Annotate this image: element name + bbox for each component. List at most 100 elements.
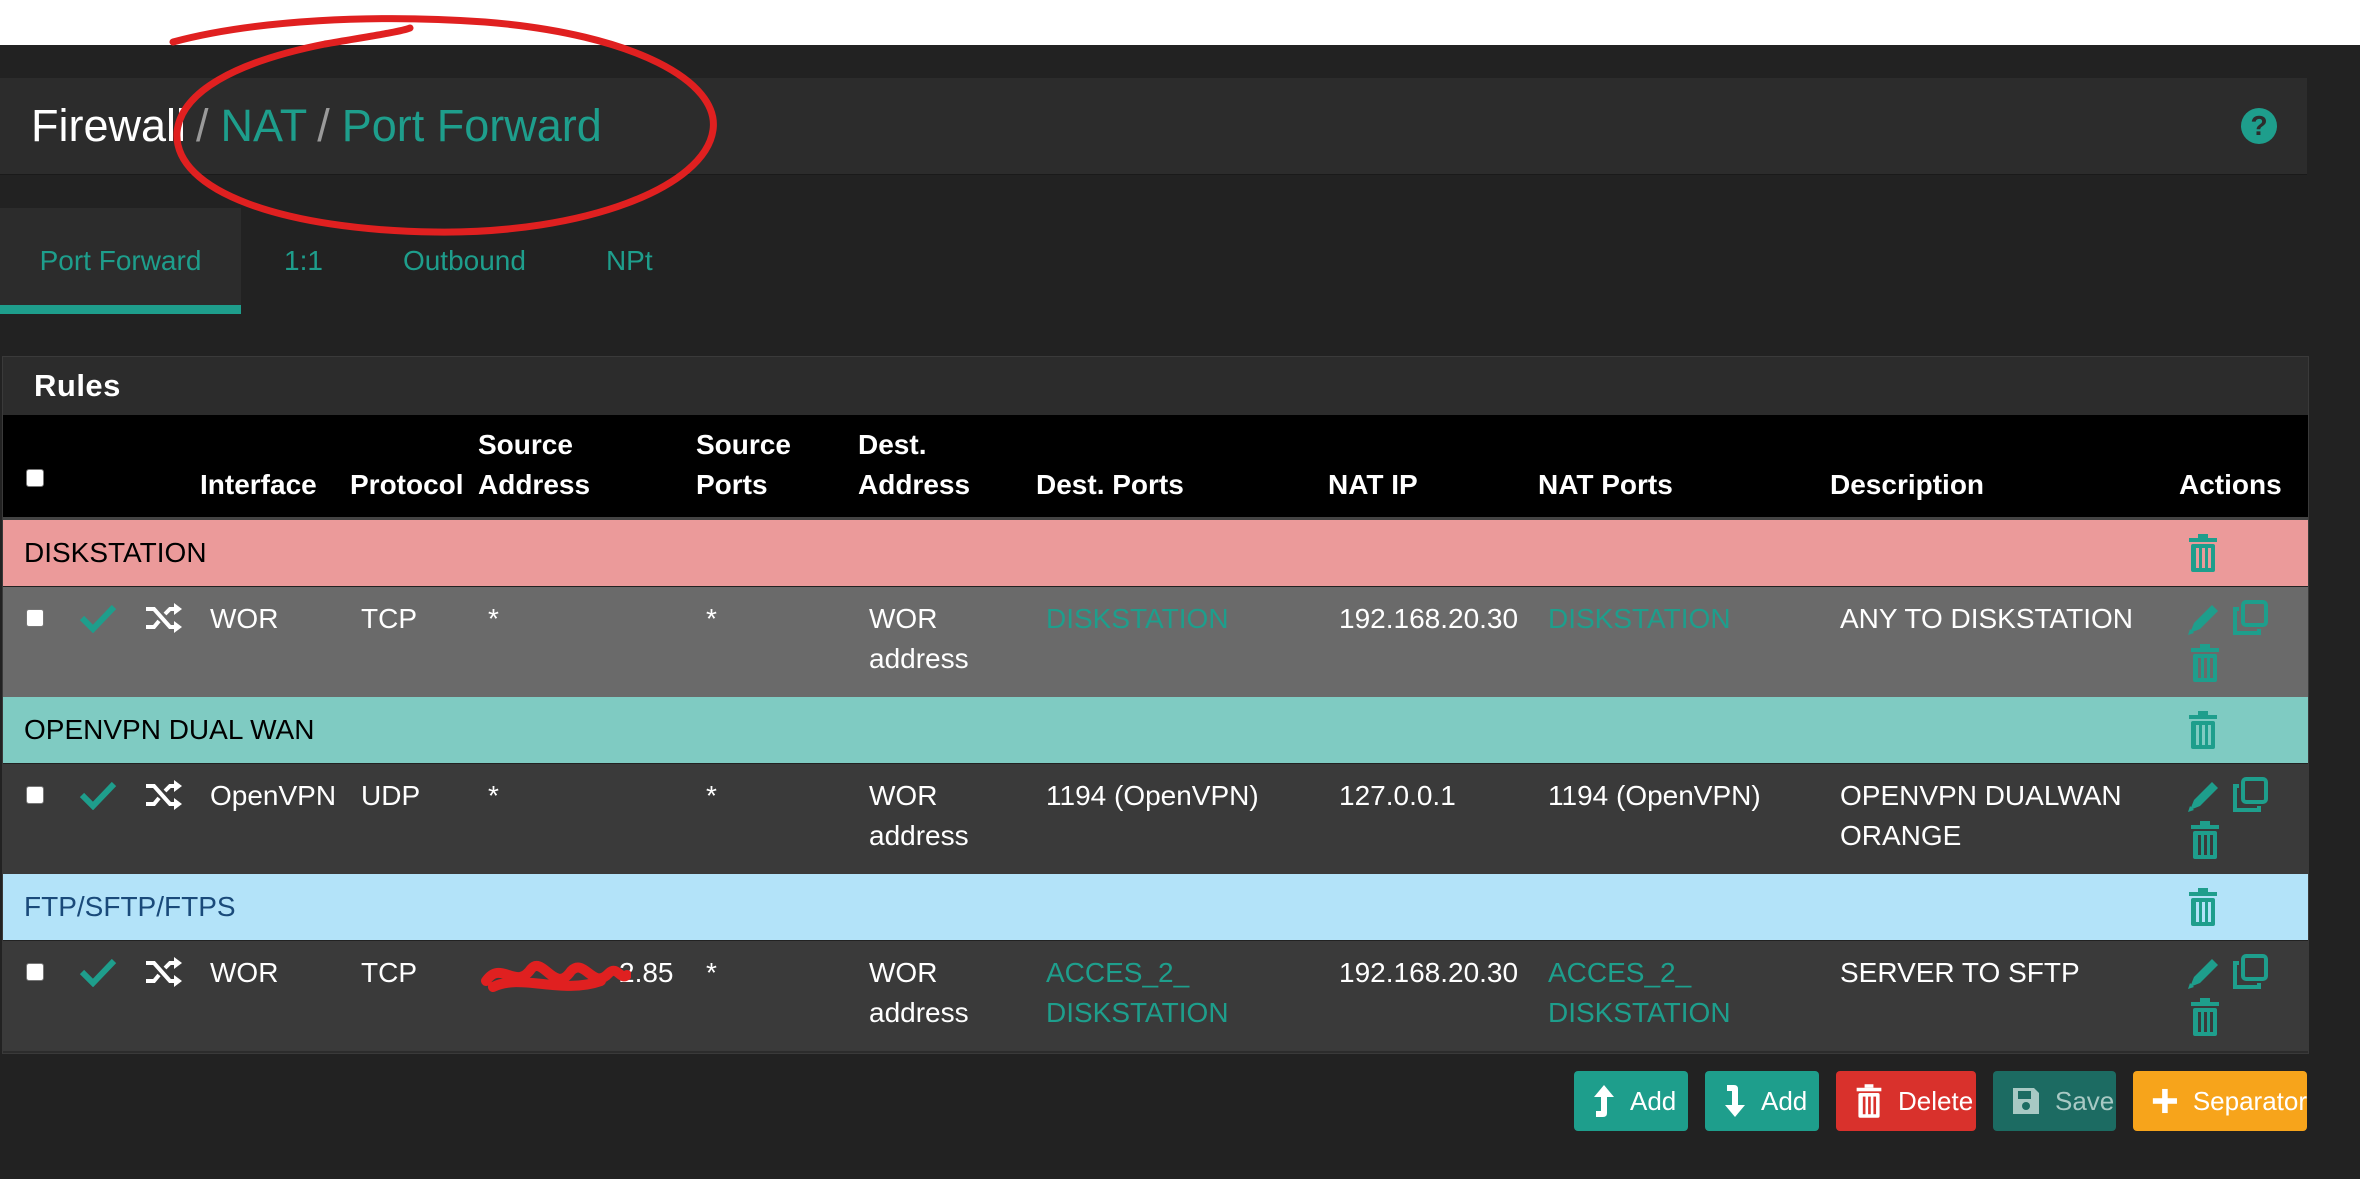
rule-dest-ports-alias-link[interactable]: DISKSTATION xyxy=(1046,599,1229,639)
shuffle-icon xyxy=(146,957,182,987)
pencil-icon[interactable] xyxy=(2186,601,2222,637)
rules-panel-title: Rules xyxy=(34,367,121,403)
rule-row-diskstation[interactable]: WOR TCP * * WOR address DISKSTATION 192.… xyxy=(3,586,2308,697)
rule-dest-address-line1: WOR xyxy=(869,957,938,988)
rule-row-openvpn[interactable]: OpenVPN UDP * * WOR address 1194 (OpenVP… xyxy=(3,763,2308,874)
rule-interface: WOR xyxy=(210,603,279,634)
copy-icon[interactable] xyxy=(2231,776,2269,814)
col-actions: Actions xyxy=(2179,469,2282,500)
rules-table-header: Interface Protocol Source Address Source… xyxy=(3,415,2308,520)
rules-panel: Rules Interface Protocol Source Address … xyxy=(2,356,2309,1054)
pencil-icon[interactable] xyxy=(2186,955,2222,991)
breadcrumb-port-forward-link[interactable]: Port Forward xyxy=(342,100,602,152)
rule-description-line1: OPENVPN DUALWAN xyxy=(1840,780,2122,811)
rule-nat-ports-alias-link[interactable]: DISKSTATION xyxy=(1548,599,1731,639)
breadcrumb: Firewall / NAT / Port Forward xyxy=(31,78,602,174)
col-source-ports-line1: Source xyxy=(696,429,791,460)
separator-row-openvpn[interactable]: OPENVPN DUAL WAN xyxy=(3,697,2308,763)
arrow-up-icon xyxy=(1594,1085,1614,1117)
copy-icon[interactable] xyxy=(2231,599,2269,637)
separator-label: DISKSTATION xyxy=(24,537,207,568)
separator-row-ftp[interactable]: FTP/SFTP/FTPS xyxy=(3,874,2308,940)
tab-npt[interactable]: NPt xyxy=(566,208,693,314)
rule-description: ANY TO DISKSTATION xyxy=(1840,603,2134,634)
separator-row-diskstation[interactable]: DISKSTATION xyxy=(3,520,2308,586)
col-dest-address-line1: Dest. xyxy=(858,429,927,460)
nat-tabs: Port Forward 1:1 Outbound NPt xyxy=(0,208,693,314)
trash-icon[interactable] xyxy=(2188,997,2222,1037)
rule-description: SERVER TO SFTP xyxy=(1840,957,2080,988)
col-source-ports-line2: Ports xyxy=(696,469,768,500)
floppy-disk-icon xyxy=(2013,1088,2039,1114)
breadcrumb-firewall: Firewall xyxy=(31,100,187,151)
delete-label: Delete xyxy=(1898,1085,1974,1116)
rule-interface: WOR xyxy=(210,957,279,988)
shuffle-icon xyxy=(146,780,182,810)
rule-nat-ports-alias-link-line1[interactable]: ACCES_2_ xyxy=(1548,953,1691,993)
add-bottom-button[interactable]: Add xyxy=(1705,1071,1819,1131)
browser-top-strip xyxy=(0,0,2360,45)
breadcrumb-nat-link[interactable]: NAT xyxy=(221,100,308,152)
col-protocol: Protocol xyxy=(350,469,464,500)
col-source-address-line2: Address xyxy=(478,469,591,500)
rule-dest-address-line1: WOR xyxy=(869,780,938,811)
copy-icon[interactable] xyxy=(2231,953,2269,991)
trash-icon xyxy=(1856,1084,1882,1118)
trash-icon[interactable] xyxy=(2186,710,2220,750)
breadcrumb-separator: / xyxy=(196,100,209,151)
redaction-scribble xyxy=(481,961,631,992)
rule-source-address: * xyxy=(488,780,499,811)
checkmark-icon[interactable] xyxy=(79,957,117,987)
col-interface: Interface xyxy=(200,469,317,500)
rule-dest-address-line1: WOR xyxy=(869,603,938,634)
separator-label: FTP/SFTP/FTPS xyxy=(24,891,236,922)
select-all-checkbox[interactable] xyxy=(26,469,44,487)
tab-outbound[interactable]: Outbound xyxy=(363,208,566,314)
arrow-down-icon xyxy=(1725,1085,1745,1117)
rule-dest-address-line2: address xyxy=(869,820,969,851)
trash-icon[interactable] xyxy=(2188,820,2222,860)
pencil-icon[interactable] xyxy=(2186,778,2222,814)
rule-protocol: TCP xyxy=(361,957,417,988)
rule-checkbox[interactable] xyxy=(26,609,44,627)
rule-nat-ports-alias-link-line2[interactable]: DISKSTATION xyxy=(1548,993,1731,1033)
rule-dest-address-line2: address xyxy=(869,643,969,674)
separator-button-label: Separator xyxy=(2192,1085,2307,1116)
checkmark-icon[interactable] xyxy=(79,603,117,633)
rule-checkbox[interactable] xyxy=(26,963,44,981)
col-dest-ports: Dest. Ports xyxy=(1036,469,1184,500)
trash-icon[interactable] xyxy=(2186,533,2220,573)
rule-interface: OpenVPN xyxy=(210,780,337,811)
rule-source-ports: * xyxy=(706,780,717,811)
delete-button[interactable]: Delete xyxy=(1836,1071,1976,1131)
rule-dest-ports-alias-link-line2[interactable]: DISKSTATION xyxy=(1046,993,1229,1033)
rule-source-ports: * xyxy=(706,603,717,634)
rule-protocol: UDP xyxy=(361,780,421,811)
separator-label: OPENVPN DUAL WAN xyxy=(24,714,315,745)
rule-nat-ip: 192.168.20.30 xyxy=(1339,957,1519,988)
rule-dest-ports-alias-link-line1[interactable]: ACCES_2_ xyxy=(1046,953,1189,993)
rule-checkbox[interactable] xyxy=(26,786,44,804)
trash-icon[interactable] xyxy=(2186,887,2220,927)
save-button[interactable]: Save xyxy=(1993,1071,2116,1131)
trash-icon[interactable] xyxy=(2188,643,2222,683)
rule-row-ftp[interactable]: WOR TCP 2.85 * WOR address ACCES_2_ DISK… xyxy=(3,940,2308,1051)
tab-port-forward[interactable]: Port Forward xyxy=(0,208,241,314)
add-top-label: Add xyxy=(1630,1085,1677,1116)
add-top-button[interactable]: Add xyxy=(1574,1071,1688,1131)
rule-dest-ports: 1194 (OpenVPN) xyxy=(1046,780,1259,811)
shuffle-icon xyxy=(146,603,182,633)
action-buttons-bar: Add Add Delete Save Separator xyxy=(0,1071,2360,1131)
page-header: Firewall / NAT / Port Forward ? xyxy=(0,78,2307,174)
col-nat-ip: NAT IP xyxy=(1328,469,1418,500)
rule-description-line2: ORANGE xyxy=(1840,820,1962,851)
plus-icon xyxy=(2152,1088,2177,1114)
save-label: Save xyxy=(2055,1085,2115,1116)
rule-source-ports: * xyxy=(706,957,717,988)
help-icon[interactable]: ? xyxy=(2241,108,2277,144)
checkmark-icon[interactable] xyxy=(79,780,117,810)
breadcrumb-separator: / xyxy=(317,100,330,151)
tab-one-to-one[interactable]: 1:1 xyxy=(241,208,363,314)
col-description: Description xyxy=(1830,469,1985,500)
add-separator-button[interactable]: Separator xyxy=(2133,1071,2307,1131)
